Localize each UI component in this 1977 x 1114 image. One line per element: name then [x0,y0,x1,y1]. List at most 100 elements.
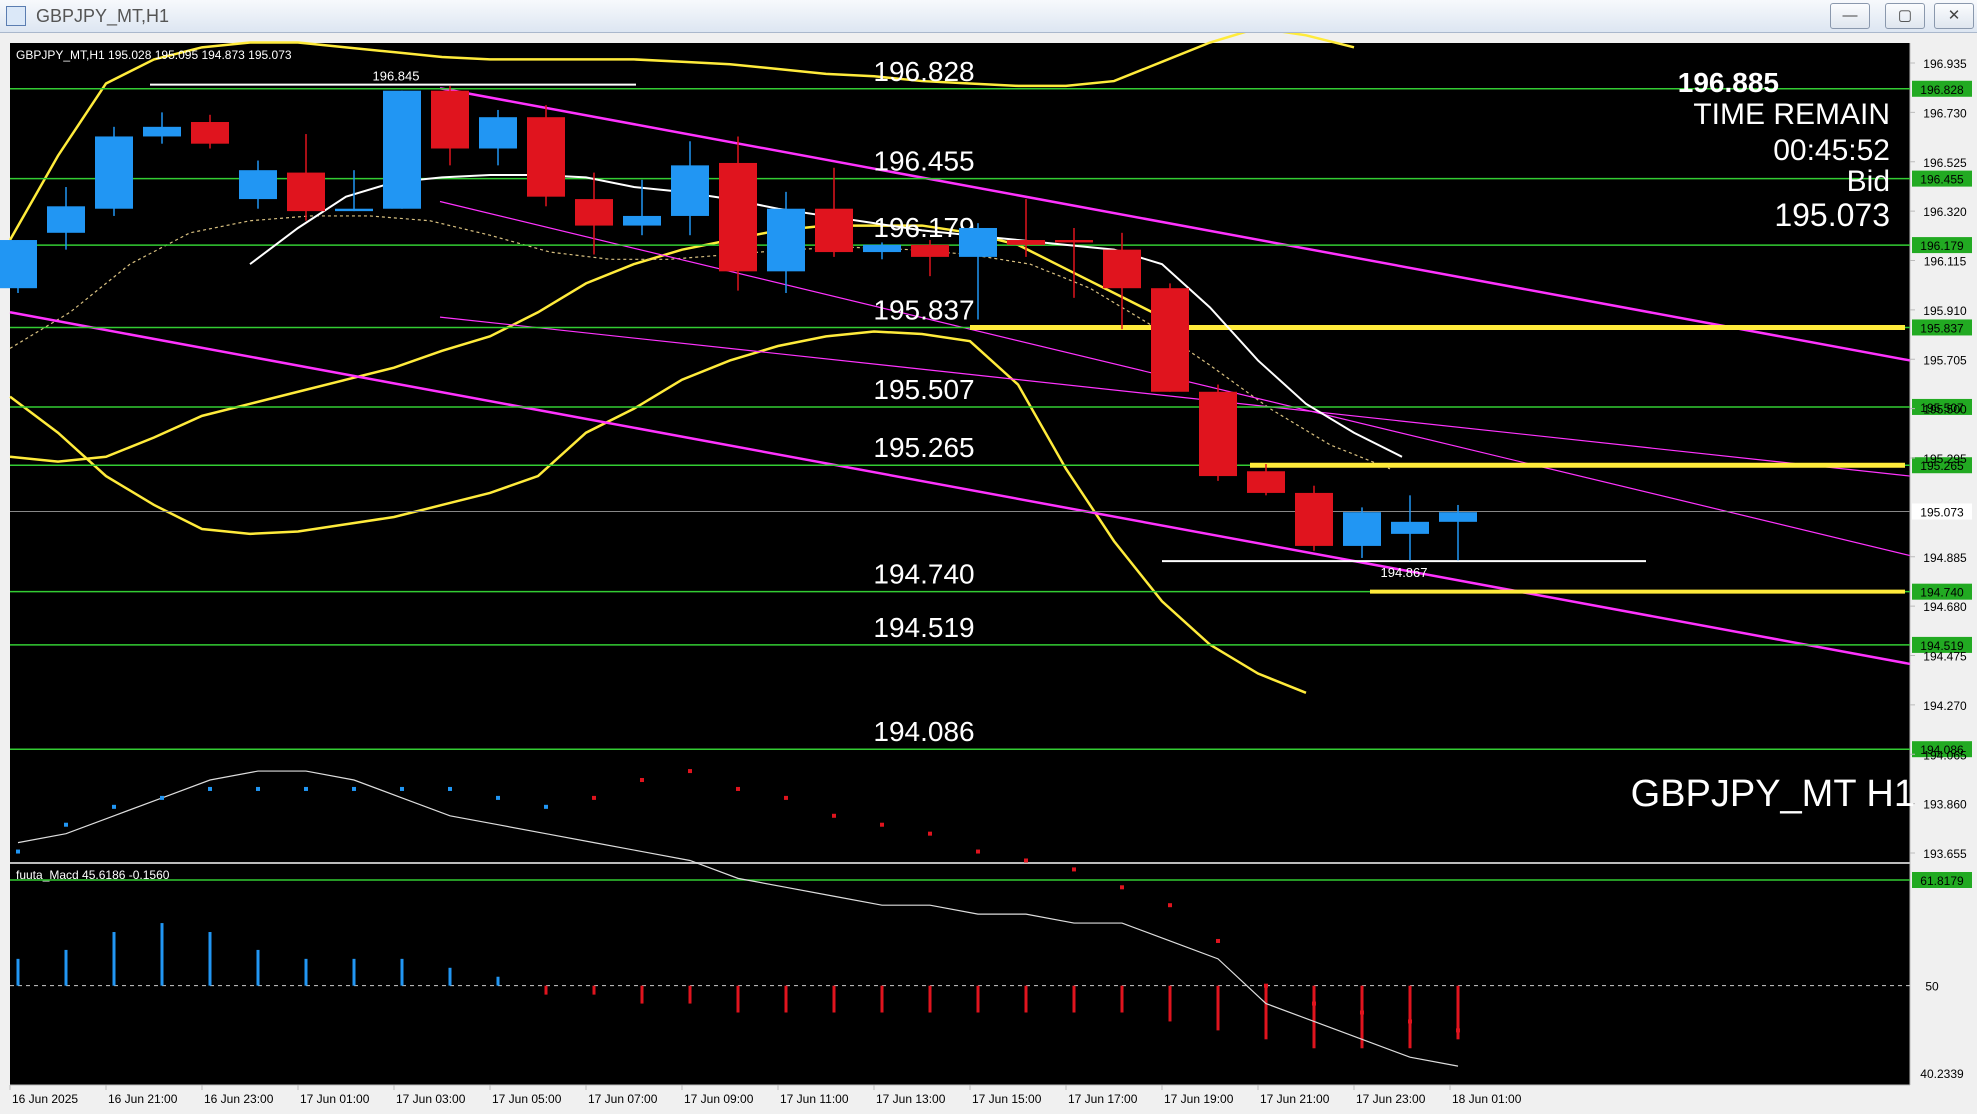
indicator-dot [1456,1028,1460,1033]
indicator-dot [400,786,404,791]
level-label: 195.837 [873,294,974,325]
bid-value: 195.073 [1774,197,1890,233]
price-axis-label: 193.655 [1923,847,1967,861]
window-title: GBPJPY_MT,H1 [36,6,170,26]
indicator-dot [1360,1010,1364,1015]
candle-bearish [1055,240,1093,243]
price-axis-label: 193.860 [1923,798,1967,812]
time-axis-label: 16 Jun 21:00 [108,1092,178,1106]
candle-bullish [1391,521,1429,534]
indicator-dot [976,849,980,854]
candle-bullish [623,215,661,226]
candle-bullish [383,90,421,209]
candle-bullish [1439,512,1477,522]
indicator-dot [1312,1001,1316,1006]
indicator-dot [1120,885,1124,890]
indicator-dot [1072,867,1076,872]
candle-bearish [431,90,469,149]
indicator-dot [304,786,308,791]
indicator-dot [880,822,884,827]
time-axis-label: 16 Jun 2025 [12,1092,78,1106]
price-axis-label: 196.935 [1923,57,1967,71]
indicator-dot [1024,858,1028,863]
candle-bullish [95,136,133,209]
level-price-tag-text: 194.740 [1920,586,1964,600]
bid-label: Bid [1847,165,1890,198]
candle-bullish [0,240,37,289]
time-axis-label: 18 Jun 01:00 [1452,1092,1522,1106]
level-price-tag-text: 195.837 [1920,321,1964,335]
time-axis-label: 17 Jun 19:00 [1164,1092,1234,1106]
indicator-dot [16,849,20,854]
indicator-dot [928,831,932,836]
indicator-dot [1168,903,1172,908]
candle-bullish [671,165,709,216]
low-marker-label: 194.867 [1381,565,1428,580]
time-remain-label: TIME REMAIN [1693,98,1890,131]
info-price: 196.885 [1678,67,1779,98]
level-price-tag-text: 196.828 [1920,83,1964,97]
candle-bullish [335,208,373,212]
candle-bullish [959,227,997,257]
price-axis-label: 195.500 [1923,403,1967,417]
indicator-dot [1408,1019,1412,1024]
indicator-dot [64,822,68,827]
price-axis-label: 196.730 [1923,106,1967,120]
time-axis-label: 17 Jun 01:00 [300,1092,370,1106]
candle-bullish [239,170,277,200]
candle-bearish [1199,391,1237,477]
symbol-watermark: GBPJPY_MT H1 [1631,773,1915,815]
price-axis-label: 194.680 [1923,600,1967,614]
indicator-dot [784,795,788,800]
chart-frame: 196.828 196.828 196.455 196.455 196.179 196.1… [0,33,1977,1114]
price-axis-label: 196.525 [1923,156,1967,170]
time-axis-label: 17 Jun 09:00 [684,1092,754,1106]
price-axis-label: 195.705 [1923,353,1967,367]
indicator-dot [1264,983,1268,988]
indicator-axis-label: 61.8179 [1920,874,1964,888]
level-label: 195.507 [873,374,974,405]
minimize-button[interactable]: — [1830,3,1870,29]
time-axis-label: 17 Jun 05:00 [492,1092,562,1106]
candle-bullish [863,244,901,253]
indicator-dot [496,795,500,800]
indicator-dot [592,795,596,800]
window-titlebar[interactable]: GBPJPY_MT,H1 — ▢ ✕ [0,0,1977,33]
candle-bullish [143,126,181,137]
price-axis-label: 196.115 [1924,255,1967,269]
candle-bearish [719,162,757,272]
price-axis-label: 195.295 [1923,452,1967,466]
price-axis-label: 194.475 [1923,650,1967,664]
close-button[interactable]: ✕ [1934,3,1974,29]
candle-bullish [1343,512,1381,546]
level-price-tag-text: 196.179 [1920,239,1964,253]
time-axis-label: 17 Jun 11:00 [780,1092,849,1106]
candle-bullish [479,117,517,149]
time-axis-label: 17 Jun 17:00 [1068,1092,1138,1106]
indicator-dot [352,786,356,791]
time-axis-label: 17 Jun 15:00 [972,1092,1042,1106]
level-label: 196.828 [873,56,974,87]
indicator-dot [208,786,212,791]
candle-bearish [287,172,325,212]
price-chart[interactable]: 196.828 196.828 196.455 196.455 196.179 196.1… [0,33,1977,1114]
high-marker-label: 196.845 [373,69,420,84]
candle-bearish [815,208,853,253]
candle-bearish [911,244,949,257]
candle-bearish [1151,288,1189,392]
candle-bearish [191,122,229,144]
price-axis-label: 194.885 [1923,551,1967,565]
candle-bearish [1103,249,1141,289]
time-axis-label: 17 Jun 23:00 [1356,1092,1426,1106]
indicator-dot [160,795,164,800]
time-axis-label: 16 Jun 23:00 [204,1092,274,1106]
indicator-dot [448,786,452,791]
maximize-button[interactable]: ▢ [1885,3,1925,29]
indicator-dot [1216,938,1220,943]
ohlc-header: GBPJPY_MT,H1 195.028 195.095 194.873 195… [16,48,292,62]
price-axis-label: 194.065 [1923,748,1967,762]
indicator-dot [640,778,644,783]
candle-bearish [1295,492,1333,546]
level-price-tag-text: 196.455 [1920,173,1964,187]
candle-bearish [1247,471,1285,493]
